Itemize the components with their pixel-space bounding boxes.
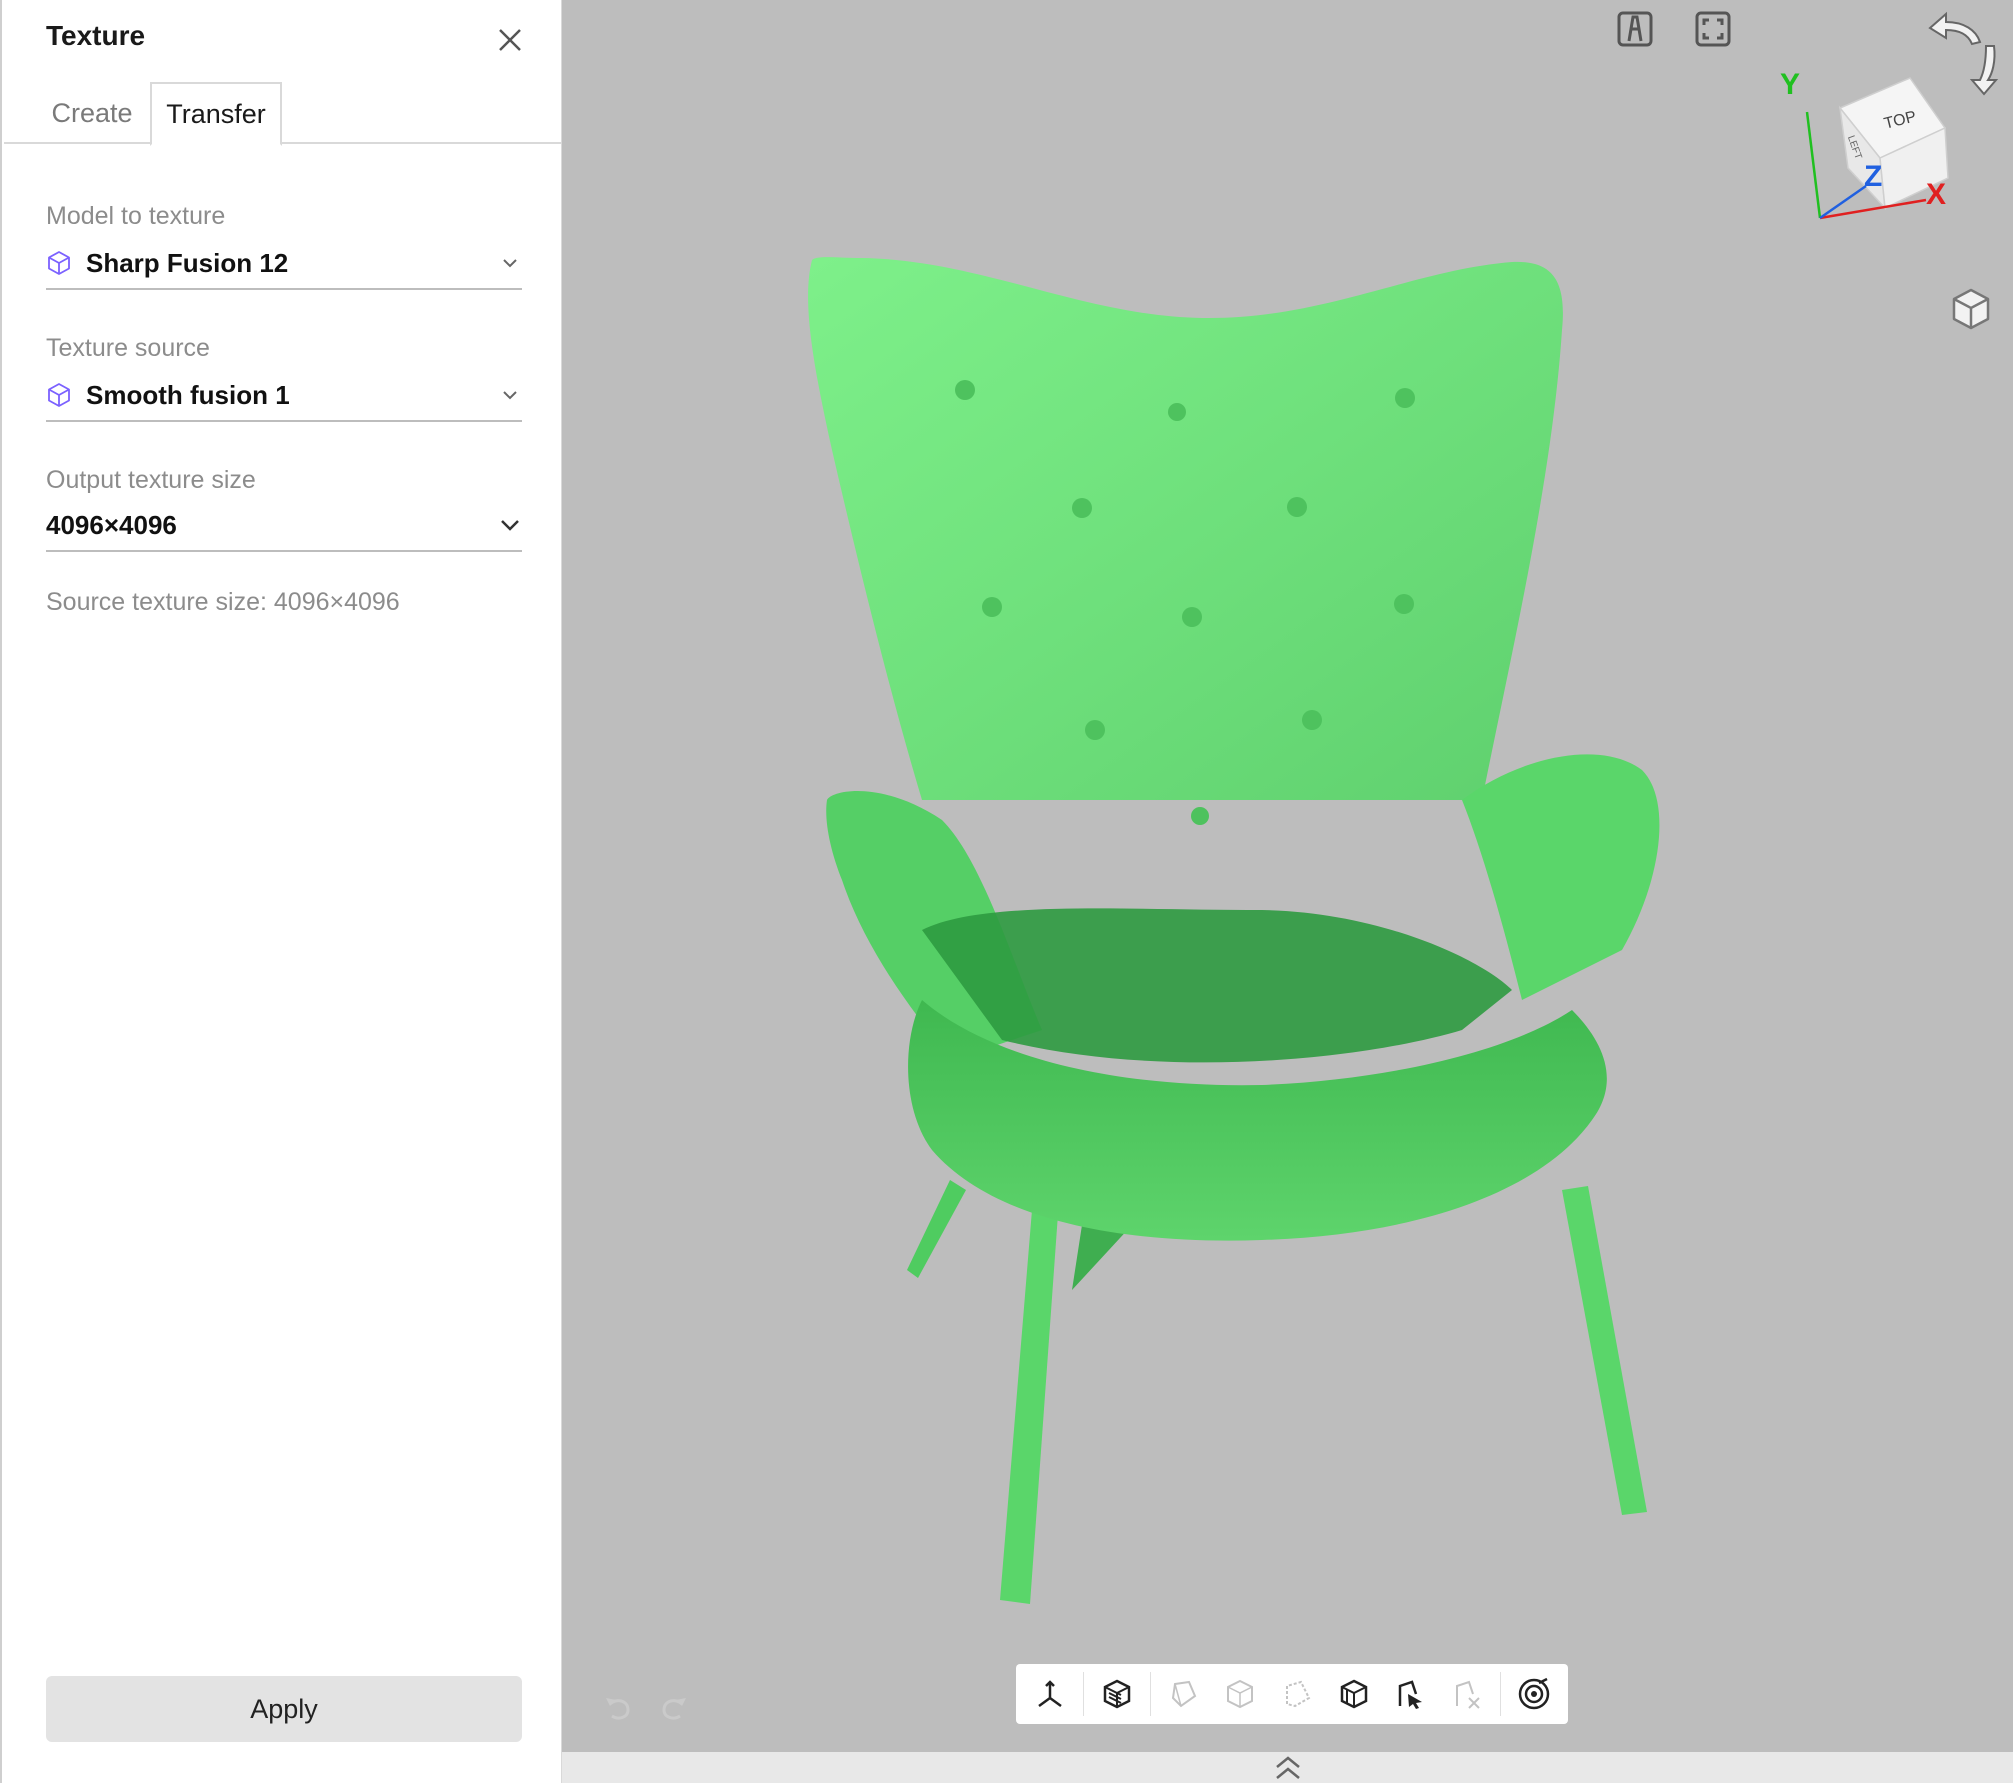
chevron-down-icon [498,251,522,275]
target-button[interactable] [1510,1670,1558,1718]
move-axes-button[interactable] [1026,1670,1074,1718]
model-cube-icon [46,249,74,277]
view-cube[interactable]: TOP LEFT Y X Z [1780,68,1980,228]
toolbar-divider [1149,1672,1151,1716]
road-perspective-icon [1617,11,1653,47]
cube-view-icon [1952,288,1990,330]
tab-transfer[interactable]: Transfer [150,82,282,146]
box-outline-icon [1340,1679,1367,1709]
model-pointer-remove-button[interactable] [1443,1670,1491,1718]
target-icon [1518,1677,1549,1710]
texture-source-select[interactable]: Smooth fusion 1 [46,370,522,422]
3d-viewport[interactable]: TOP LEFT Y X Z [562,0,2013,1783]
source-texture-size-info: Source texture size: 4096×4096 [46,588,400,616]
texture-panel: Texture Create Transfer Model to texture… [0,0,562,1783]
model-pointer-button[interactable] [1386,1670,1434,1718]
bottom-expand-strip[interactable] [562,1752,2013,1783]
solid-view-button[interactable] [1093,1670,1141,1718]
toolbar-divider [1083,1672,1085,1716]
output-texture-size-select[interactable]: 4096×4096 [46,500,522,552]
model-to-texture-label: Model to texture [46,202,226,230]
home-view-button[interactable] [1946,284,1996,334]
apply-button[interactable]: Apply [46,1676,522,1742]
model-to-texture-select[interactable]: Sharp Fusion 12 [46,238,522,290]
close-button[interactable] [490,20,530,60]
model-cube-icon [46,381,74,409]
output-texture-size-value: 4096×4096 [46,509,177,540]
texture-source-value: Smooth fusion 1 [86,379,290,410]
chevron-down-icon [498,383,522,407]
box-side-icon [1227,1679,1254,1709]
box-edge-icon [1285,1680,1311,1708]
redo-icon [662,1698,686,1720]
redo-button[interactable] [654,1688,694,1728]
view-toolbar [1016,1664,1568,1724]
model-pointer-icon [1399,1680,1423,1709]
undo-button[interactable] [598,1688,638,1728]
axis-x-label: X [1926,178,1947,211]
perspective-view-button[interactable] [1614,8,1656,50]
tab-create[interactable]: Create [34,82,150,144]
side-view-button[interactable] [1216,1670,1264,1718]
edge-view-button[interactable] [1273,1670,1321,1718]
texture-source-label: Texture source [46,334,210,362]
fit-view-button[interactable] [1692,8,1734,50]
panel-title: Texture [46,20,146,51]
chevron-double-up-icon [1275,1755,1300,1779]
toolbar-divider [1499,1672,1501,1716]
chevron-down-icon [498,513,522,537]
model-pointer-disabled-icon [1456,1680,1480,1709]
chair-model [808,257,1660,1604]
close-icon [499,29,521,51]
outline-view-button[interactable] [1330,1670,1378,1718]
axis-y-label: Y [1780,68,1801,101]
fit-screen-icon [1695,11,1731,47]
face-view-button[interactable] [1159,1670,1207,1718]
tab-bar: Create Transfer [4,82,562,146]
model-to-texture-value: Sharp Fusion 12 [86,247,289,278]
output-texture-size-label: Output texture size [46,466,256,494]
solid-box-icon [1103,1679,1131,1709]
undo-icon [606,1698,630,1720]
box-face-icon [1172,1680,1197,1708]
move-axes-icon [1038,1680,1063,1708]
axis-z-label: Z [1864,160,1883,193]
